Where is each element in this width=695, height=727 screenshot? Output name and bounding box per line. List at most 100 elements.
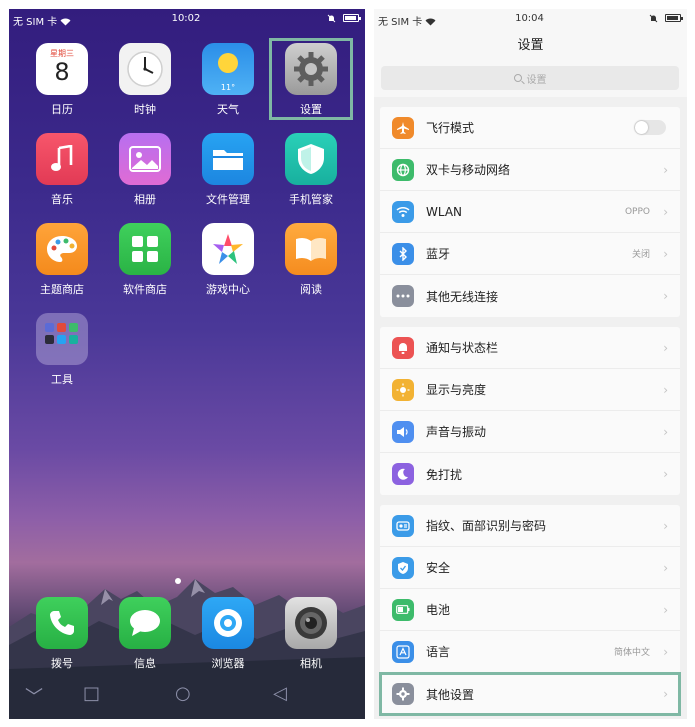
settings-item-value: OPPO	[624, 206, 650, 217]
settings-item-notifications[interactable]: 通知与状态栏 ›	[380, 327, 680, 369]
app-calendar[interactable]: 星期三 8 日历	[21, 43, 103, 117]
settings-item-security[interactable]: 安全 ›	[380, 547, 680, 589]
app-music[interactable]: 音乐	[21, 133, 103, 207]
search-placeholder: 设置	[526, 74, 547, 86]
settings-item-fingerprint-face-password[interactable]: 指纹、面部识别与密码 ›	[380, 505, 680, 547]
folder-tools-icon	[36, 313, 88, 365]
chevron-right-icon: ›	[663, 382, 668, 397]
app-clock[interactable]: 时钟	[104, 43, 186, 117]
nav-collapse-icon[interactable]: ﹀	[25, 683, 43, 709]
more-dots-icon	[392, 285, 414, 307]
brightness-icon	[392, 378, 414, 401]
settings-item-label: 语言	[426, 645, 451, 659]
bluetooth-icon	[392, 242, 414, 265]
camera-icon	[285, 597, 337, 649]
settings-item-label: 飞行模式	[426, 121, 475, 135]
mute-bell-icon	[327, 13, 339, 24]
settings-screen: 无 SIM 卡 10:04 设置 设置 飞行模式 双卡与移动网络 › WLAN …	[374, 9, 687, 719]
settings-item-label: 指纹、面部识别与密码	[426, 519, 547, 533]
app-label: 日历	[51, 103, 73, 116]
chevron-right-icon: ›	[663, 424, 668, 439]
app-weather[interactable]: 11° 天气	[187, 43, 269, 117]
chevron-right-icon: ›	[663, 467, 668, 481]
app-theme-store[interactable]: 主题商店	[21, 223, 103, 297]
app-label: 相册	[134, 193, 156, 206]
weather-icon: 11°	[202, 43, 254, 95]
screenshot: 无 SIM 卡 10:02 星期三 8 日历 时钟 11° 天气 设置 音乐 相…	[0, 0, 695, 727]
settings-item-bluetooth[interactable]: 蓝牙 关闭 ›	[380, 233, 680, 275]
app-reading[interactable]: 阅读	[270, 223, 352, 297]
globe-icon	[392, 158, 414, 181]
settings-item-do-not-disturb[interactable]: 免打扰 ›	[380, 453, 680, 495]
moon-icon	[392, 463, 414, 485]
app-label: 音乐	[51, 193, 73, 206]
dock-phone[interactable]: 拨号	[21, 597, 103, 671]
app-label: 主题商店	[40, 283, 84, 296]
settings-item-airplane-mode[interactable]: 飞行模式	[380, 107, 680, 149]
settings-item-label: 通知与状态栏	[426, 341, 499, 355]
battery-icon	[392, 598, 414, 621]
chevron-right-icon: ›	[663, 162, 668, 177]
airplane-mode-toggle[interactable]	[634, 120, 666, 135]
app-label: 工具	[51, 373, 73, 386]
dock-browser[interactable]: 浏览器	[187, 597, 269, 671]
dock-camera[interactable]: 相机	[270, 597, 352, 671]
settings-item-wlan[interactable]: WLAN OPPO ›	[380, 191, 680, 233]
chevron-right-icon: ›	[663, 602, 668, 617]
status-time: 10:04	[515, 13, 544, 24]
settings-item-battery[interactable]: 电池 ›	[380, 589, 680, 631]
app-label: 软件商店	[123, 283, 167, 296]
app-game-center[interactable]: 游戏中心	[187, 223, 269, 297]
app-phone-manager[interactable]: 手机管家	[270, 133, 352, 207]
app-label: 阅读	[300, 283, 322, 296]
chevron-right-icon: ›	[663, 644, 668, 659]
gallery-icon	[119, 133, 171, 185]
mute-bell-icon	[649, 13, 661, 24]
highlight-other-settings	[379, 672, 681, 716]
app-gallery[interactable]: 相册	[104, 133, 186, 207]
app-software-store[interactable]: 软件商店	[104, 223, 186, 297]
settings-item-label: 显示与亮度	[426, 383, 487, 397]
wifi-icon	[392, 200, 414, 223]
app-files[interactable]: 文件管理	[187, 133, 269, 207]
navigation-bar: ﹀ □ ○ ◁	[9, 669, 365, 719]
chevron-right-icon: ›	[663, 340, 668, 355]
settings-item-other-wireless[interactable]: 其他无线连接 ›	[380, 275, 680, 317]
search-input[interactable]: 设置	[381, 66, 679, 90]
dock-messages[interactable]: 信息	[104, 597, 186, 671]
shield-icon	[285, 133, 337, 185]
settings-item-value: 简体中文	[613, 648, 650, 658]
settings-item-label: 双卡与移动网络	[426, 163, 511, 177]
message-icon	[119, 597, 171, 649]
settings-item-label: 电池	[426, 603, 451, 617]
battery-icon	[665, 14, 683, 22]
speaker-icon	[392, 420, 414, 443]
app-folder-tools[interactable]: 工具	[21, 313, 103, 387]
settings-item-label: 声音与振动	[426, 425, 487, 439]
airplane-icon	[392, 116, 414, 139]
chevron-right-icon: ›	[663, 204, 668, 219]
music-icon	[36, 133, 88, 185]
page-title: 设置	[517, 38, 544, 53]
nav-back-icon[interactable]: ◁	[273, 683, 287, 704]
settings-item-display-brightness[interactable]: 显示与亮度 ›	[380, 369, 680, 411]
app-label: 游戏中心	[206, 283, 250, 296]
home-screen: 无 SIM 卡 10:02 星期三 8 日历 时钟 11° 天气 设置 音乐 相…	[9, 9, 365, 719]
language-icon	[392, 640, 414, 663]
settings-item-value: 关闭	[631, 250, 650, 260]
nav-square-icon[interactable]: □	[83, 683, 100, 704]
calendar-icon: 星期三 8	[36, 43, 88, 95]
settings-item-language[interactable]: 语言 简体中文 ›	[380, 631, 680, 673]
chevron-right-icon: ›	[663, 518, 668, 533]
chevron-right-icon: ›	[663, 289, 668, 303]
browser-icon	[202, 597, 254, 649]
nav-home-circle-icon[interactable]: ○	[175, 683, 191, 704]
settings-item-label: 免打扰	[426, 467, 463, 482]
settings-item-dual-sim[interactable]: 双卡与移动网络 ›	[380, 149, 680, 191]
status-bar: 无 SIM 卡 10:02	[13, 12, 361, 28]
search-icon	[513, 74, 522, 82]
settings-item-sound-vibration[interactable]: 声音与振动 ›	[380, 411, 680, 453]
app-label: 文件管理	[206, 193, 250, 206]
folder-icon	[202, 133, 254, 185]
status-time: 10:02	[171, 13, 201, 24]
